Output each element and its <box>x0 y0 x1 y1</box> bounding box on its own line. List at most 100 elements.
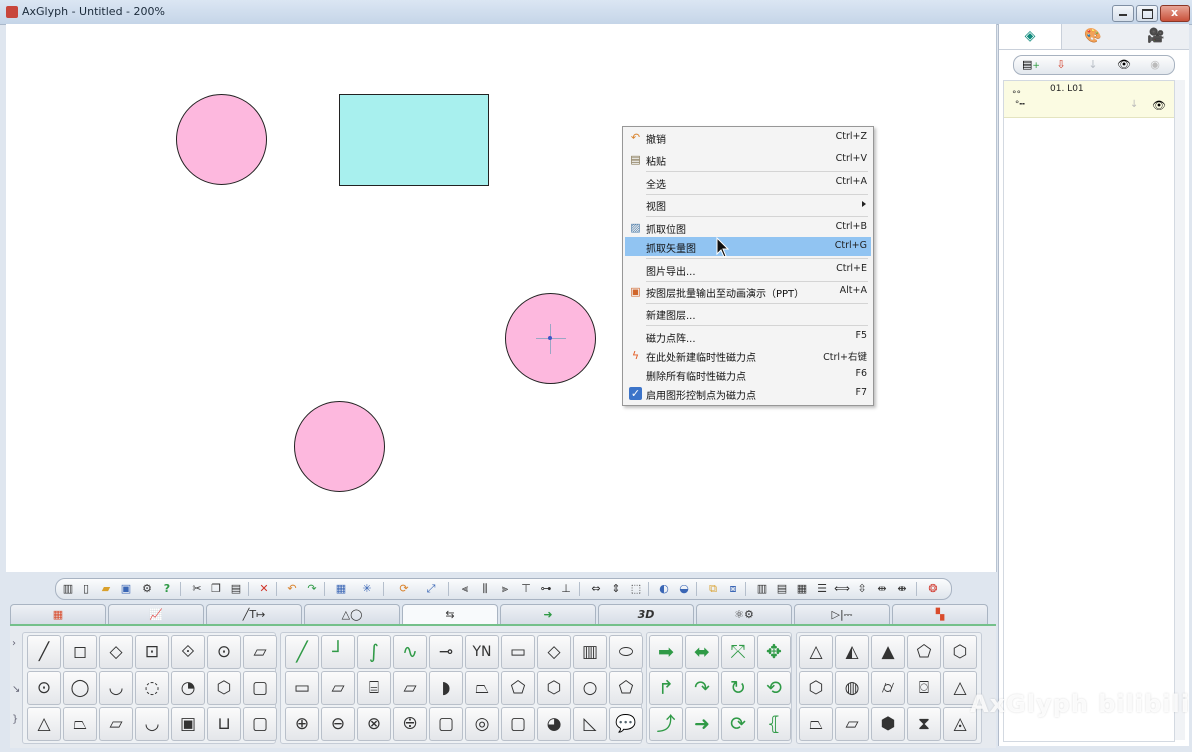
tab-layers[interactable]: ◈ <box>999 24 1062 49</box>
pentagon-arrow-icon[interactable]: ⬠ <box>501 671 535 705</box>
right-triangle-icon[interactable]: ◺ <box>573 707 607 741</box>
same-size-icon[interactable]: ⬚ <box>628 581 644 597</box>
cone-icon[interactable]: △ <box>799 635 833 669</box>
tab-animation[interactable]: 🎥 <box>1125 24 1187 49</box>
divide-circle-icon[interactable]: ⨸ <box>393 707 427 741</box>
four-way-arrow-icon[interactable]: ✥ <box>757 635 791 669</box>
segment-shape-icon[interactable]: ╱ <box>27 635 61 669</box>
crossing-line-icon[interactable]: ⊸ <box>429 635 463 669</box>
sum-junction-icon[interactable]: ⊕ <box>285 707 319 741</box>
cube-icon[interactable]: ⬡ <box>943 635 977 669</box>
circle-center-icon[interactable]: ⊙ <box>27 671 61 705</box>
same-width-icon[interactable]: ⇔ <box>588 581 604 597</box>
chevron-arrow-icon[interactable]: ➜ <box>685 707 719 741</box>
move-down-icon[interactable]: ↓ <box>1078 57 1108 73</box>
curve-connector-icon[interactable]: ∫ <box>357 635 391 669</box>
diamond-points-icon[interactable]: ⟐ <box>171 635 205 669</box>
menu-item-undo[interactable]: ↶ 撤销 Ctrl+Z <box>625 128 871 147</box>
grid-icon[interactable]: ▦ <box>333 581 349 597</box>
layer-down-icon[interactable]: ↓ <box>1130 99 1138 110</box>
new-file-icon[interactable]: ▯ <box>78 581 94 597</box>
copy-icon[interactable]: ❐ <box>208 581 224 597</box>
align-right-icon[interactable]: ⫸ <box>497 581 513 597</box>
transform-icon[interactable]: ⤢ <box>423 581 439 597</box>
tab-arrows[interactable]: ➜ <box>500 604 596 624</box>
flip-horizontal-icon[interactable]: ◐ <box>656 581 672 597</box>
add-layer-icon[interactable]: ▤+ <box>1016 57 1046 73</box>
pink-circle-shape[interactable] <box>294 401 385 492</box>
close-button[interactable]: x <box>1160 5 1190 22</box>
tab-circuit[interactable]: ▷|⎓ <box>794 604 890 624</box>
box-icon[interactable]: ⬡ <box>799 671 833 705</box>
cylinder-hollow-icon[interactable]: ⌼ <box>907 671 941 705</box>
minus-circle-icon[interactable]: ⊖ <box>321 707 355 741</box>
decision-icon[interactable]: ◇ <box>537 635 571 669</box>
yes-no-icon[interactable]: YN <box>465 635 499 669</box>
hyperboloid-icon[interactable]: ⧗ <box>907 707 941 741</box>
menu-item-select-all[interactable]: 全选 Ctrl+A <box>625 173 871 192</box>
tab-line-text[interactable]: ╱T↦ <box>206 604 302 624</box>
refresh-arrow-icon[interactable]: ⟳ <box>721 707 755 741</box>
tab-style[interactable]: 🎨 <box>1062 24 1124 49</box>
rounded-square-icon[interactable]: ▢ <box>243 707 277 741</box>
help-icon[interactable]: ? <box>159 581 175 597</box>
or-circle-icon[interactable]: ⊗ <box>357 707 391 741</box>
align-left-icon[interactable]: ⫷ <box>457 581 473 597</box>
square-shape-icon[interactable]: ◻ <box>63 635 97 669</box>
cyan-rectangle-shape[interactable] <box>339 94 489 186</box>
distribute-h-icon[interactable]: ▥ <box>754 581 770 597</box>
settings-gear-icon[interactable]: ⚙ <box>139 581 155 597</box>
flip-vertical-icon[interactable]: ◒ <box>676 581 692 597</box>
u-shape-icon[interactable]: ⊔ <box>207 707 241 741</box>
terminator-icon[interactable]: ⬭ <box>609 635 643 669</box>
spacing-v-icon[interactable]: ⇳ <box>854 581 870 597</box>
circular-arrow-icon[interactable]: ⟲ <box>757 671 791 705</box>
distribute-icon[interactable]: ▦ <box>794 581 810 597</box>
cylinder-icon[interactable]: ⌭ <box>871 671 905 705</box>
paste-icon[interactable]: ▤ <box>228 581 244 597</box>
predefined-process-icon[interactable]: ▥ <box>573 635 607 669</box>
layer-row[interactable]: °° °╍ 01. L01 ↓ 👁 <box>1004 81 1174 118</box>
brace-arrow-icon[interactable]: ⦃ <box>757 707 791 741</box>
spacing-icon[interactable]: ⇹ <box>874 581 890 597</box>
circle-points-icon[interactable]: ⊙ <box>207 635 241 669</box>
menu-item-control-points-magnet[interactable]: ✓ 启用图形控制点为磁力点 F7 <box>625 384 871 403</box>
menu-item-batch-export-ppt[interactable]: ▣ 按图层批量输出至动画演示（PPT） Alt+A <box>625 282 871 301</box>
tab-color[interactable]: ▦ <box>10 604 106 624</box>
center-control-point[interactable] <box>548 336 552 340</box>
distribute-v-icon[interactable]: ▤ <box>774 581 790 597</box>
turn-arrow-icon[interactable]: ↱ <box>649 671 683 705</box>
pink-circle-shape-selected[interactable] <box>505 293 596 384</box>
menu-item-capture-vector[interactable]: 抓取矢量图 Ctrl+G <box>625 237 871 256</box>
delete-icon[interactable]: ✕ <box>256 581 272 597</box>
three-way-arrow-icon[interactable]: ⤧ <box>721 635 755 669</box>
menu-item-delete-temp-magnets[interactable]: 删除所有临时性磁力点 F6 <box>625 365 871 384</box>
magnet-ring-icon[interactable]: ❂ <box>925 581 941 597</box>
align-bottom-icon[interactable]: ⊥ <box>558 581 574 597</box>
prism-icon[interactable]: ⬠ <box>907 635 941 669</box>
stored-data-icon[interactable]: ⌸ <box>357 671 391 705</box>
tab-flowchart[interactable]: ⇆ <box>402 604 498 625</box>
open-folder-icon[interactable]: ▰ <box>98 581 114 597</box>
data-icon[interactable]: ▱ <box>321 671 355 705</box>
frustum-icon[interactable]: ⏢ <box>799 707 833 741</box>
scrollbar[interactable] <box>1175 80 1185 740</box>
layer-visibility-eye-icon[interactable]: 👁 <box>1152 99 1166 112</box>
document-icon[interactable]: ▭ <box>285 671 319 705</box>
menu-item-new-layer[interactable]: 新建图层... <box>625 304 871 323</box>
menu-item-paste[interactable]: ▤ 粘贴 Ctrl+V <box>625 150 871 169</box>
sphere-icon[interactable]: ◍ <box>835 671 869 705</box>
circle-icon[interactable]: ◯ <box>63 671 97 705</box>
menu-item-export-image[interactable]: 图片导出... Ctrl+E <box>625 260 871 279</box>
elbow-connector-icon[interactable]: ┘ <box>321 635 355 669</box>
arc-icon[interactable]: ◡ <box>99 671 133 705</box>
quad-points-icon[interactable]: ⏥ <box>99 707 133 741</box>
process-box-icon[interactable]: ▭ <box>501 635 535 669</box>
save-icon[interactable]: ▣ <box>118 581 134 597</box>
hex-prism-icon[interactable]: ⬢ <box>871 707 905 741</box>
connector-circle-icon[interactable]: ○ <box>573 671 607 705</box>
quad-icon[interactable]: ⏢ <box>63 707 97 741</box>
square-points-icon[interactable]: ⊡ <box>135 635 169 669</box>
u-turn-arrow-icon[interactable]: ↻ <box>721 671 755 705</box>
distribute-icon[interactable]: ☰ <box>814 581 830 597</box>
